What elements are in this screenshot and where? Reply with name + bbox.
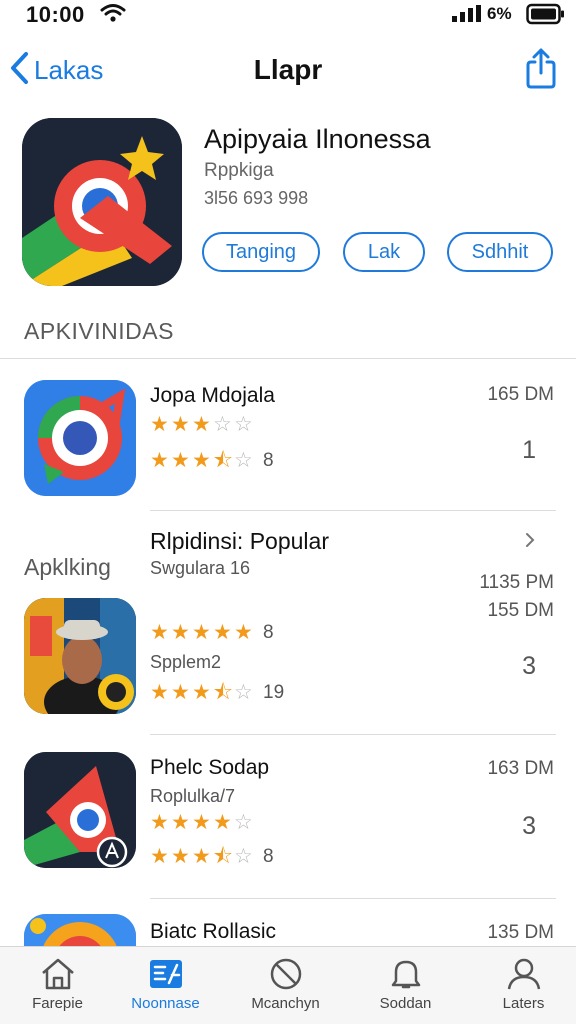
star-icon: ★ <box>171 845 190 868</box>
status-bar: 10:00 6% <box>0 0 576 30</box>
tab-label: Mcanchyn <box>251 995 320 1012</box>
star-icon: ★ <box>171 449 190 472</box>
person-icon <box>507 958 540 990</box>
blocked-icon <box>270 958 301 990</box>
app-timestamp: 155 DM <box>487 600 554 621</box>
star-icon: ★ <box>150 621 169 644</box>
signal-icon <box>452 5 482 27</box>
popular-timestamp: 1135 PM <box>479 572 554 593</box>
tab-label: Noonnase <box>131 995 200 1012</box>
tab-label: Laters <box>502 995 545 1012</box>
tab-label: Soddan <box>379 995 432 1012</box>
app-rank: 1 <box>522 436 536 464</box>
tab-5[interactable]: Laters <box>466 947 576 1024</box>
star-icon: ★ <box>150 845 169 868</box>
app-name[interactable]: Jopa Mdojala <box>150 384 275 408</box>
chevron-right-icon[interactable] <box>524 532 536 553</box>
rating-count: 8 <box>263 622 274 643</box>
row-divider <box>150 734 556 735</box>
apps-icon <box>149 960 182 988</box>
star-icon: ☆ <box>213 413 232 436</box>
hero-app-title: Apipyaia Ilnonessa <box>204 124 431 154</box>
share-button[interactable] <box>524 46 558 95</box>
side-label: Apklking <box>24 554 111 580</box>
star-icon: ★ <box>192 845 211 868</box>
app-timestamp: 135 DM <box>487 922 554 943</box>
hero-button-1[interactable]: Tanging <box>202 232 320 272</box>
status-time: 10:00 <box>26 2 85 27</box>
rating-count: 19 <box>263 682 285 703</box>
app-subtitle: Spplem2 <box>150 652 222 672</box>
bell-icon <box>391 960 420 989</box>
app-name[interactable]: Biatc Rollasic <box>150 920 276 944</box>
star-icon: ⯪ <box>213 845 233 868</box>
star-icon: ★ <box>150 681 169 704</box>
star-icon: ★ <box>150 413 169 436</box>
star-rating: ★ ★ ★ ☆ ☆ <box>150 414 255 436</box>
star-icon: ★ <box>213 811 232 834</box>
app-icon-2[interactable] <box>24 598 136 714</box>
rating-count: 8 <box>263 450 274 471</box>
star-rating: ★ ★ ★ ⯪ ☆ 19 <box>150 682 284 704</box>
star-rating: ★ ★ ★ ⯪ ☆ 8 <box>150 846 274 868</box>
star-icon: ★ <box>171 681 190 704</box>
section-header: APKIVINIDAS <box>24 318 174 344</box>
tab-label: Farepie <box>32 995 83 1012</box>
hero-app-subtitle: Rppkiga <box>204 160 274 181</box>
hero-app-icon <box>22 118 182 286</box>
tab-1[interactable]: Farepie <box>0 947 115 1024</box>
battery-percent: 6% <box>487 4 512 23</box>
section-divider <box>0 358 576 359</box>
hero-button-3[interactable]: Sdhhit <box>447 232 553 272</box>
star-icon: ☆ <box>234 413 253 436</box>
popular-subheading: Swgulara 16 <box>150 558 251 578</box>
battery-icon <box>526 3 566 30</box>
star-icon: ☆ <box>234 845 253 868</box>
app-rank: 3 <box>522 652 536 680</box>
star-icon: ★ <box>192 811 211 834</box>
star-icon: ★ <box>171 621 190 644</box>
row-divider <box>150 510 556 511</box>
app-timestamp: 165 DM <box>487 384 554 405</box>
star-icon: ★ <box>192 681 211 704</box>
app-icon-4[interactable] <box>24 914 136 946</box>
popular-heading[interactable]: Rlpidinsi: Popular <box>150 528 329 555</box>
rating-count: 8 <box>263 846 274 867</box>
star-icon: ★ <box>171 413 190 436</box>
star-icon: ★ <box>213 621 232 644</box>
star-icon: ★ <box>150 811 169 834</box>
star-icon: ★ <box>192 413 211 436</box>
hero-button-2[interactable]: Lak <box>343 232 425 272</box>
tab-3[interactable]: Mcanchyn <box>228 947 343 1024</box>
star-rating: ★ ★ ★ ★ ☆ <box>150 812 255 834</box>
app-icon-1[interactable] <box>24 380 136 496</box>
app-timestamp: 163 DM <box>487 758 554 779</box>
star-icon: ☆ <box>234 681 253 704</box>
star-icon: ★ <box>234 621 253 644</box>
app-subtitle: Roplulka/7 <box>150 786 236 806</box>
page-title: Llapr <box>253 54 323 85</box>
star-icon: ★ <box>192 621 211 644</box>
hero-app-meta: 3l56 693 998 <box>204 188 309 208</box>
star-rating: ★ ★ ★ ⯪ ☆ 8 <box>150 450 274 472</box>
star-icon: ⯪ <box>213 681 233 704</box>
star-rating: ★ ★ ★ ★ ★ 8 <box>150 622 274 644</box>
row-divider <box>150 898 556 899</box>
share-icon <box>526 48 556 89</box>
app-name[interactable]: Phelc Sodap <box>150 756 269 780</box>
star-icon: ⯪ <box>213 449 233 472</box>
tab-bar: Farepie Noonnase Mcanchyn Soddan Laters <box>0 946 576 1024</box>
tab-2[interactable]: Noonnase <box>108 947 223 1024</box>
star-icon: ★ <box>192 449 211 472</box>
star-icon: ★ <box>171 811 190 834</box>
star-icon: ★ <box>150 449 169 472</box>
wifi-icon <box>100 3 126 28</box>
star-icon: ☆ <box>234 449 253 472</box>
app-icon-3[interactable] <box>24 752 136 868</box>
tab-4[interactable]: Soddan <box>348 947 463 1024</box>
nav-bar: Lakas Llapr <box>0 40 576 100</box>
home-icon <box>41 958 74 990</box>
star-icon: ☆ <box>234 811 253 834</box>
app-rank: 3 <box>522 812 536 840</box>
